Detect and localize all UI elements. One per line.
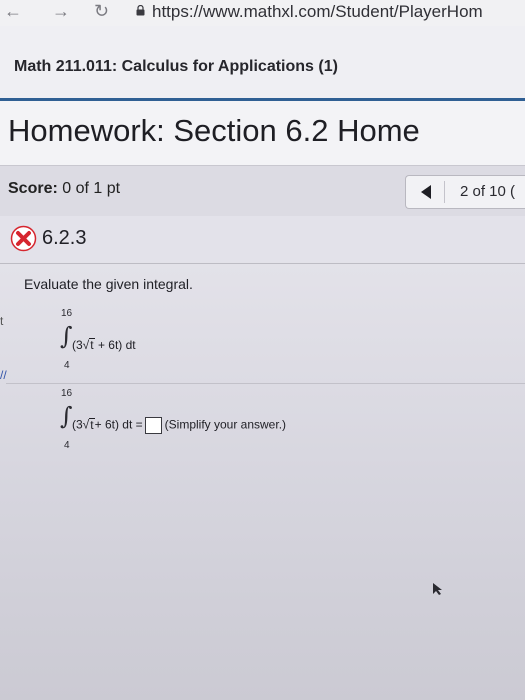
x-circle-icon bbox=[10, 225, 37, 252]
question-pager: 2 of 10 ( bbox=[405, 175, 525, 209]
upper-limit: 16 bbox=[61, 308, 73, 319]
simplify-hint: (Simplify your answer.) bbox=[164, 417, 287, 432]
answer-integral-sign-icon: ∫ bbox=[60, 402, 73, 430]
score-value: 0 of 1 pt bbox=[62, 180, 121, 197]
homework-header: Homework: Section 6.2 Home bbox=[0, 101, 525, 165]
address-bar-url[interactable]: https://www.mathxl.com/Student/PlayerHom bbox=[152, 2, 483, 22]
previous-question-icon[interactable] bbox=[416, 183, 436, 201]
reload-icon[interactable]: ↻ bbox=[94, 2, 109, 20]
homework-title: Homework: Section 6.2 Home bbox=[8, 113, 420, 148]
score-display: Score: 0 of 1 pt bbox=[8, 180, 120, 198]
course-header: Math 211.011: Calculus for Applications … bbox=[0, 26, 525, 101]
question-counter[interactable]: 2 of 10 ( bbox=[460, 183, 515, 200]
answer-input[interactable] bbox=[144, 417, 162, 434]
question-instruction: Evaluate the given integral. bbox=[24, 276, 193, 292]
lower-limit: 4 bbox=[64, 360, 70, 371]
edge-clipped-text: t bbox=[0, 314, 4, 328]
integrand-rest: + 6t) dt bbox=[94, 338, 136, 352]
answer-integrand-tail: + 6t) bbox=[94, 417, 119, 432]
answer-expression: (3√t+ 6t) dt = (Simplify your answer.) bbox=[72, 417, 286, 434]
screen: ← → ↻ https://www.mathxl.com/Student/Pla… bbox=[0, 0, 525, 700]
mouse-pointer-icon bbox=[433, 583, 442, 595]
answer-lower-limit: 4 bbox=[64, 440, 70, 451]
question-answer-divider bbox=[6, 383, 525, 384]
answer-prefix: dt = bbox=[118, 417, 143, 432]
question-panel: t // Evaluate the given integral. 16 ∫ 4… bbox=[0, 264, 525, 700]
score-label: Score: bbox=[8, 180, 58, 197]
edge-clipped-link: // bbox=[0, 368, 7, 382]
browser-toolbar: ← → ↻ https://www.mathxl.com/Student/Pla… bbox=[0, 0, 525, 27]
problem-number: 6.2.3 bbox=[42, 227, 87, 249]
lock-icon bbox=[136, 5, 145, 16]
integral-sign-icon: ∫ bbox=[60, 322, 73, 350]
score-bar: Score: 0 of 1 pt 2 of 10 ( bbox=[0, 165, 525, 217]
course-title: Math 211.011: Calculus for Applications … bbox=[14, 58, 338, 75]
problem-header: 6.2.3 bbox=[0, 216, 525, 262]
back-arrow-icon[interactable]: ← bbox=[4, 2, 22, 20]
pager-divider bbox=[444, 181, 445, 203]
answer-integrand-open: (3 bbox=[72, 417, 83, 432]
integrand-open: (3 bbox=[72, 338, 83, 352]
forward-arrow-icon[interactable]: → bbox=[52, 2, 70, 20]
integrand-expression: (3√t + 6t) dt bbox=[72, 338, 136, 352]
answer-upper-limit: 16 bbox=[61, 388, 73, 399]
